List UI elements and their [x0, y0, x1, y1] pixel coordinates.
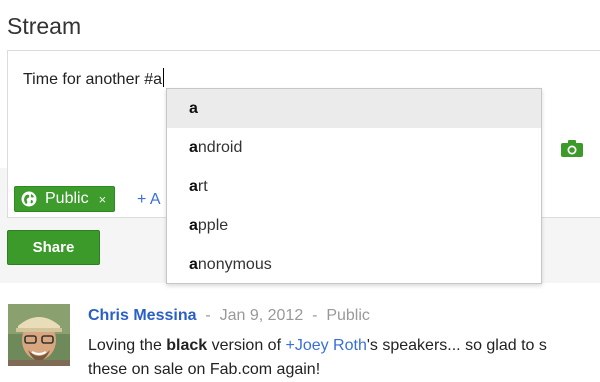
- post-bold-text: black: [166, 337, 208, 354]
- match-rest: rt: [197, 177, 208, 195]
- autocomplete-item[interactable]: a nonymous: [167, 245, 541, 284]
- camera-icon[interactable]: [561, 140, 583, 157]
- mention-name: Joey Roth: [294, 337, 367, 354]
- add-audience-link[interactable]: + A: [137, 191, 161, 209]
- share-button[interactable]: Share: [7, 230, 100, 265]
- autocomplete-item[interactable]: a ndroid: [167, 128, 541, 167]
- match-prefix: a: [189, 99, 198, 117]
- avatar-image: [8, 304, 70, 366]
- mention-plus: +: [285, 337, 295, 354]
- post-line-2: these on sale on Fab.com again!: [88, 361, 321, 378]
- composer-text: Time for another #a: [23, 71, 163, 88]
- author-name[interactable]: Chris Messina: [88, 307, 196, 324]
- post-body: Loving the black version of +Joey Roth's…: [88, 334, 547, 382]
- chip-close-icon[interactable]: ×: [99, 192, 107, 207]
- match-prefix: a: [189, 255, 198, 273]
- chip-label: Public: [45, 190, 89, 207]
- post-text: version of: [207, 337, 286, 354]
- post-date[interactable]: Jan 9, 2012: [220, 307, 304, 324]
- autocomplete-item[interactable]: a pple: [167, 206, 541, 245]
- avatar[interactable]: [8, 304, 70, 366]
- post-header: Chris Messina - Jan 9, 2012 - Public: [88, 307, 370, 325]
- post-text: 's speakers... so glad to s: [366, 337, 547, 354]
- audience-chip-public[interactable]: Public ×: [14, 186, 116, 212]
- match-prefix: a: [189, 216, 198, 234]
- separator: -: [205, 307, 211, 324]
- post-line-1: Loving the black version of +Joey Roth's…: [88, 334, 547, 358]
- match-prefix: a: [189, 138, 198, 156]
- mention-link[interactable]: +Joey Roth: [285, 337, 366, 354]
- post-visibility[interactable]: Public: [326, 307, 370, 324]
- autocomplete-item[interactable]: a rt: [167, 167, 541, 206]
- stream-title: Stream: [7, 13, 82, 39]
- text-caret: [163, 68, 165, 87]
- composer-input[interactable]: Time for another #a: [23, 68, 165, 89]
- hashtag-autocomplete: a a ndroid a rt a pple a nonymous: [166, 88, 542, 284]
- match-rest: ndroid: [197, 138, 243, 156]
- match-rest: nonymous: [197, 255, 272, 273]
- separator: -: [312, 307, 318, 324]
- match-prefix: a: [189, 177, 198, 195]
- globe-icon: [21, 191, 37, 207]
- autocomplete-item[interactable]: a: [167, 89, 541, 128]
- post-text: Loving the: [88, 337, 167, 354]
- match-rest: pple: [197, 216, 229, 234]
